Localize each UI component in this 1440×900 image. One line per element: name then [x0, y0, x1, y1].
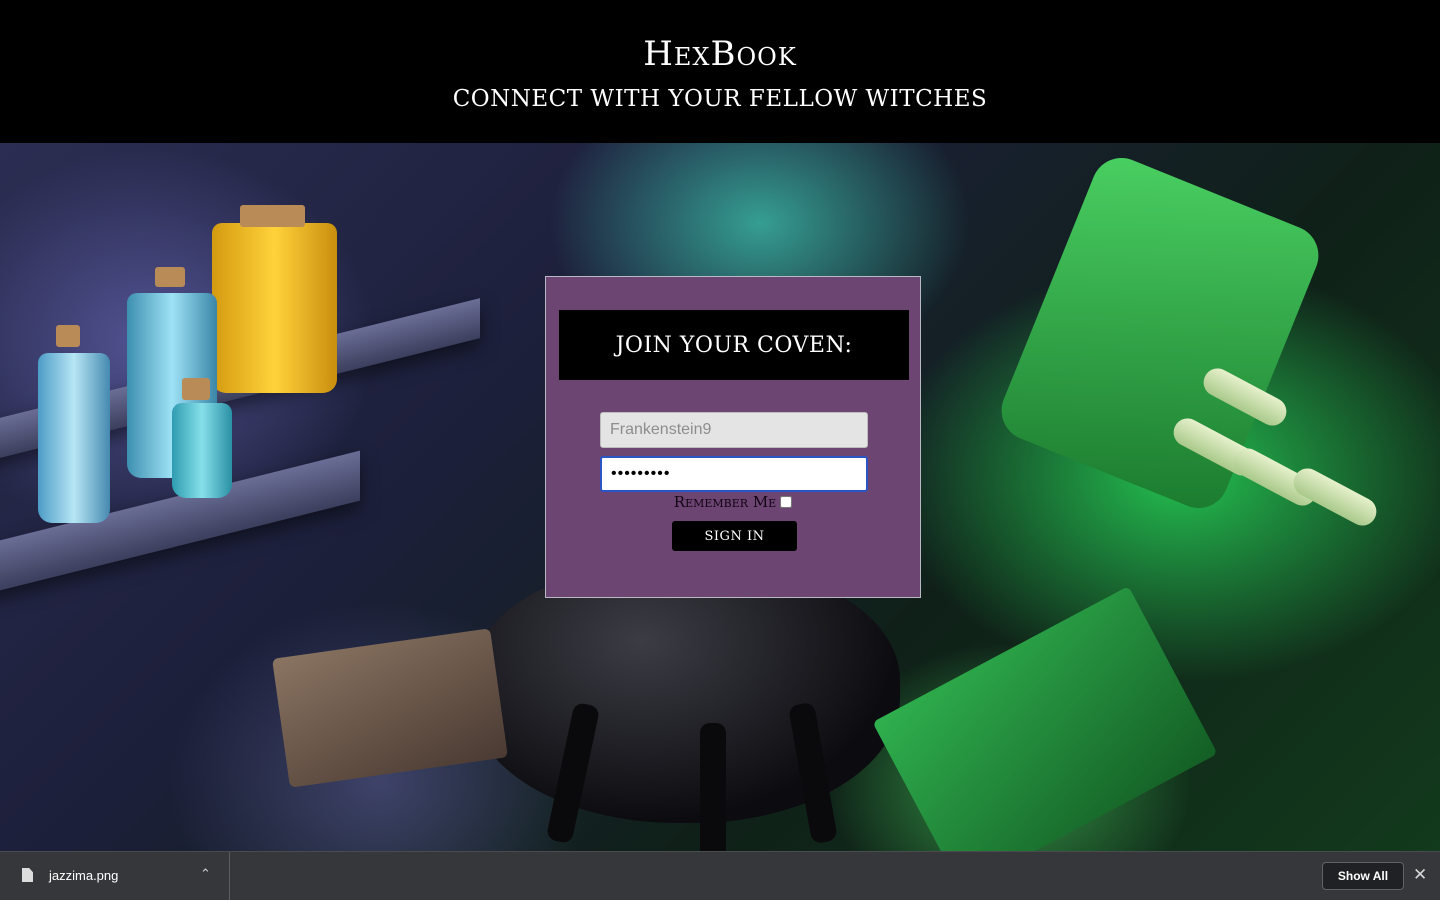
cork-yellow [240, 205, 305, 227]
site-header: HexBook CONNECT WITH YOUR FELLOW WITCHES [0, 0, 1440, 143]
username-input[interactable] [600, 412, 868, 448]
potion-bottle-yellow [212, 223, 337, 393]
spell-book-green [872, 586, 1218, 851]
close-icon[interactable]: ✕ [1413, 865, 1427, 885]
remember-me-row: Remember Me [546, 493, 920, 511]
cork-tall [56, 325, 80, 347]
password-input[interactable] [600, 456, 868, 492]
spell-book-left [272, 628, 508, 788]
cork-blue [155, 267, 185, 287]
login-form: JOIN YOUR COVEN: Remember Me SIGN IN [545, 276, 921, 598]
potion-bottle-tall [38, 353, 110, 523]
form-title: JOIN YOUR COVEN: [559, 310, 909, 380]
download-bar: jazzima.png ⌃ Show All ✕ [0, 851, 1440, 900]
download-file-name: jazzima.png [49, 868, 119, 883]
cauldron [470, 563, 900, 823]
potion-bottle-small [172, 403, 232, 498]
cauldron-leg-center [700, 723, 726, 851]
cork-small [182, 378, 210, 400]
download-item[interactable]: jazzima.png ⌃ [0, 852, 230, 900]
show-all-button[interactable]: Show All [1322, 862, 1404, 890]
brand-logo: HexBook [643, 34, 797, 74]
chevron-up-icon[interactable]: ⌃ [200, 866, 211, 882]
remember-me-label: Remember Me [673, 493, 777, 511]
remember-me-checkbox[interactable] [780, 495, 793, 508]
sign-in-button[interactable]: SIGN IN [672, 521, 797, 551]
file-icon [22, 868, 33, 882]
tagline: CONNECT WITH YOUR FELLOW WITCHES [452, 86, 988, 112]
